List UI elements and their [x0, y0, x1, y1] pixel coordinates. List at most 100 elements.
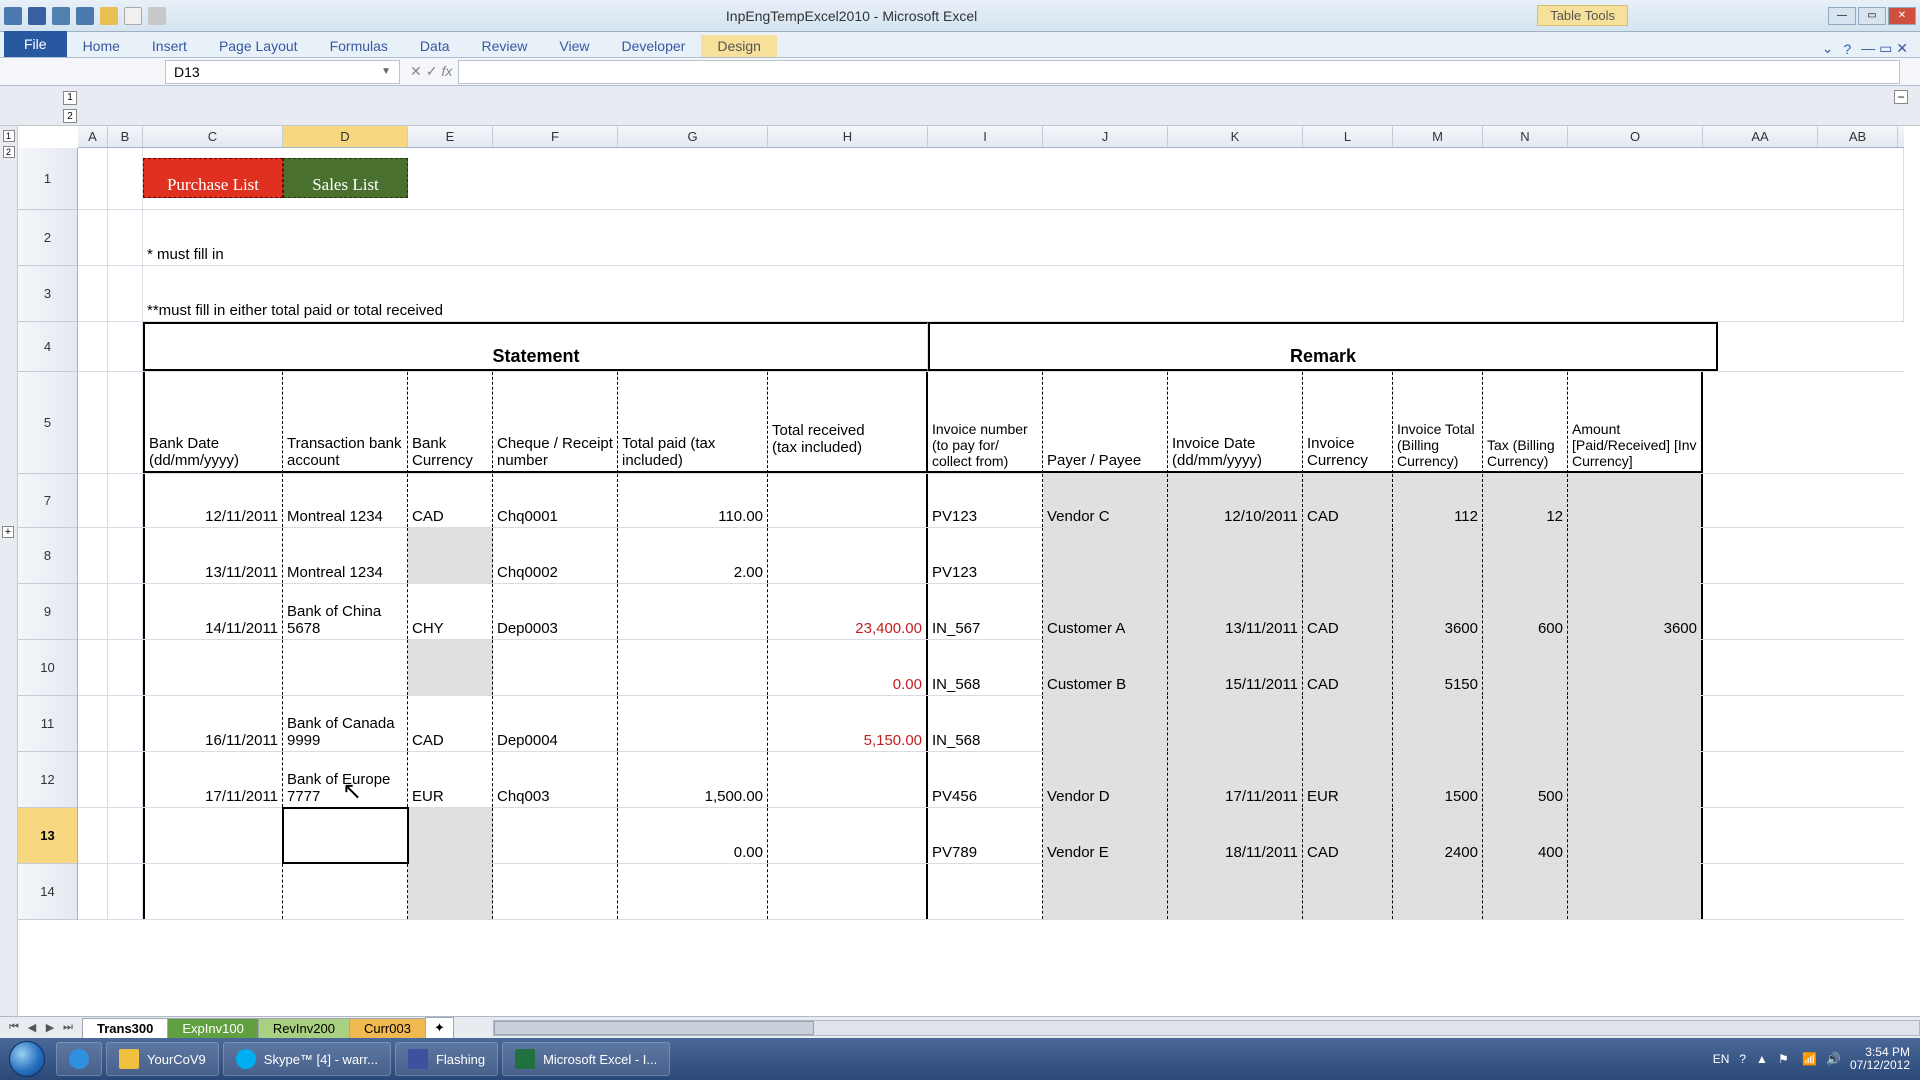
cell[interactable]: [108, 474, 143, 527]
cell[interactable]: 2.00: [618, 528, 768, 583]
sheet-tab[interactable]: ExpInv100: [167, 1018, 258, 1038]
row-header[interactable]: 10: [18, 640, 77, 696]
horizontal-scrollbar[interactable]: [493, 1020, 1920, 1036]
cell[interactable]: 0.00: [618, 808, 768, 863]
col-outline-1[interactable]: 1: [63, 91, 77, 105]
cell[interactable]: [78, 864, 108, 919]
cell[interactable]: [493, 640, 618, 695]
cell[interactable]: CHY: [408, 584, 493, 639]
cell[interactable]: 0.00: [768, 640, 928, 695]
cell[interactable]: 18/11/2011: [1168, 808, 1303, 863]
cell[interactable]: [1168, 696, 1303, 751]
cell[interactable]: 23,400.00: [768, 584, 928, 639]
cell[interactable]: CAD: [408, 474, 493, 527]
cell[interactable]: [1483, 696, 1568, 751]
help-icon[interactable]: ?: [1843, 41, 1851, 57]
cancel-formula-icon[interactable]: ✕: [410, 63, 422, 80]
table-header[interactable]: Payer / Payee: [1043, 372, 1168, 473]
cell[interactable]: 110.00: [618, 474, 768, 527]
cell[interactable]: [108, 266, 143, 321]
cell[interactable]: [78, 640, 108, 695]
cell[interactable]: [768, 474, 928, 527]
col-header[interactable]: H: [768, 126, 928, 147]
cell[interactable]: [1043, 696, 1168, 751]
cell[interactable]: [108, 372, 143, 473]
cell[interactable]: [1043, 528, 1168, 583]
cell[interactable]: [283, 640, 408, 695]
col-header[interactable]: F: [493, 126, 618, 147]
cell[interactable]: [283, 864, 408, 919]
cell[interactable]: [768, 808, 928, 863]
cell[interactable]: [108, 528, 143, 583]
cell[interactable]: [1568, 696, 1703, 751]
section-header-statement[interactable]: Statement: [143, 322, 928, 371]
cell[interactable]: [1483, 640, 1568, 695]
action-center-icon[interactable]: ⚑: [1778, 1052, 1792, 1066]
cell[interactable]: [78, 322, 108, 371]
row-outline-1[interactable]: 1: [3, 130, 15, 142]
purchase-list-button[interactable]: Purchase List: [143, 158, 283, 198]
maximize-button[interactable]: ▭: [1858, 7, 1886, 25]
cell[interactable]: [78, 696, 108, 751]
cell[interactable]: Montreal 1234: [283, 474, 408, 527]
cell[interactable]: Vendor E: [1043, 808, 1168, 863]
col-header[interactable]: E: [408, 126, 493, 147]
tab-review[interactable]: Review: [466, 35, 544, 57]
row-header[interactable]: 4: [18, 322, 77, 372]
cell[interactable]: [143, 640, 283, 695]
cell[interactable]: [78, 808, 108, 863]
cell[interactable]: [1393, 528, 1483, 583]
taskbar-flashing[interactable]: Flashing: [395, 1042, 498, 1076]
cell[interactable]: 12: [1483, 474, 1568, 527]
cell[interactable]: Dep0004: [493, 696, 618, 751]
col-header[interactable]: K: [1168, 126, 1303, 147]
row-header[interactable]: 8: [18, 528, 77, 584]
cell[interactable]: 15/11/2011: [1168, 640, 1303, 695]
tray-chevron-icon[interactable]: ▲: [1756, 1052, 1768, 1066]
row-header[interactable]: 13: [18, 808, 77, 864]
cell[interactable]: Bank of Europe 7777: [283, 752, 408, 807]
cell[interactable]: [78, 266, 108, 321]
table-header[interactable]: Invoice Currency: [1303, 372, 1393, 473]
name-box[interactable]: D13 ▼: [165, 60, 400, 84]
cell[interactable]: [408, 148, 1904, 209]
table-header[interactable]: Total received(tax included): [768, 372, 928, 473]
excel-icon[interactable]: [4, 7, 22, 25]
cell[interactable]: CAD: [1303, 640, 1393, 695]
taskbar-skype[interactable]: Skype™ [4] - warr...: [223, 1042, 391, 1076]
cell[interactable]: 400: [1483, 808, 1568, 863]
cell-grid[interactable]: Purchase List Sales List * must fill in …: [78, 148, 1904, 1016]
cell[interactable]: [1568, 528, 1703, 583]
cell[interactable]: [1568, 752, 1703, 807]
cell[interactable]: [78, 528, 108, 583]
row-outline-expand-icon[interactable]: +: [2, 526, 14, 538]
cell[interactable]: [408, 528, 493, 583]
cell[interactable]: [1168, 528, 1303, 583]
cell[interactable]: 17/11/2011: [1168, 752, 1303, 807]
cell[interactable]: Bank of Canada 9999: [283, 696, 408, 751]
cell[interactable]: [1483, 864, 1568, 919]
sales-list-button[interactable]: Sales List: [283, 158, 408, 198]
scrollbar-thumb[interactable]: [494, 1021, 814, 1035]
cell[interactable]: [408, 808, 493, 863]
col-header[interactable]: O: [1568, 126, 1703, 147]
cell[interactable]: 13/11/2011: [143, 528, 283, 583]
cell[interactable]: [768, 864, 928, 919]
cell[interactable]: 1500: [1393, 752, 1483, 807]
col-header[interactable]: I: [928, 126, 1043, 147]
cell[interactable]: [143, 808, 283, 863]
note-text[interactable]: * must fill in: [143, 210, 1904, 265]
cell[interactable]: [1303, 864, 1393, 919]
col-header[interactable]: G: [618, 126, 768, 147]
cell[interactable]: [108, 808, 143, 863]
tab-data[interactable]: Data: [404, 35, 466, 57]
cell[interactable]: Chq003: [493, 752, 618, 807]
row-header[interactable]: 7: [18, 474, 77, 528]
cell[interactable]: [108, 210, 143, 265]
cell[interactable]: [768, 752, 928, 807]
cell[interactable]: CAD: [1303, 808, 1393, 863]
cell[interactable]: [1043, 864, 1168, 919]
col-header[interactable]: C: [143, 126, 283, 147]
sheet-nav-next-icon[interactable]: ▶: [42, 1020, 58, 1036]
tab-developer[interactable]: Developer: [606, 35, 702, 57]
